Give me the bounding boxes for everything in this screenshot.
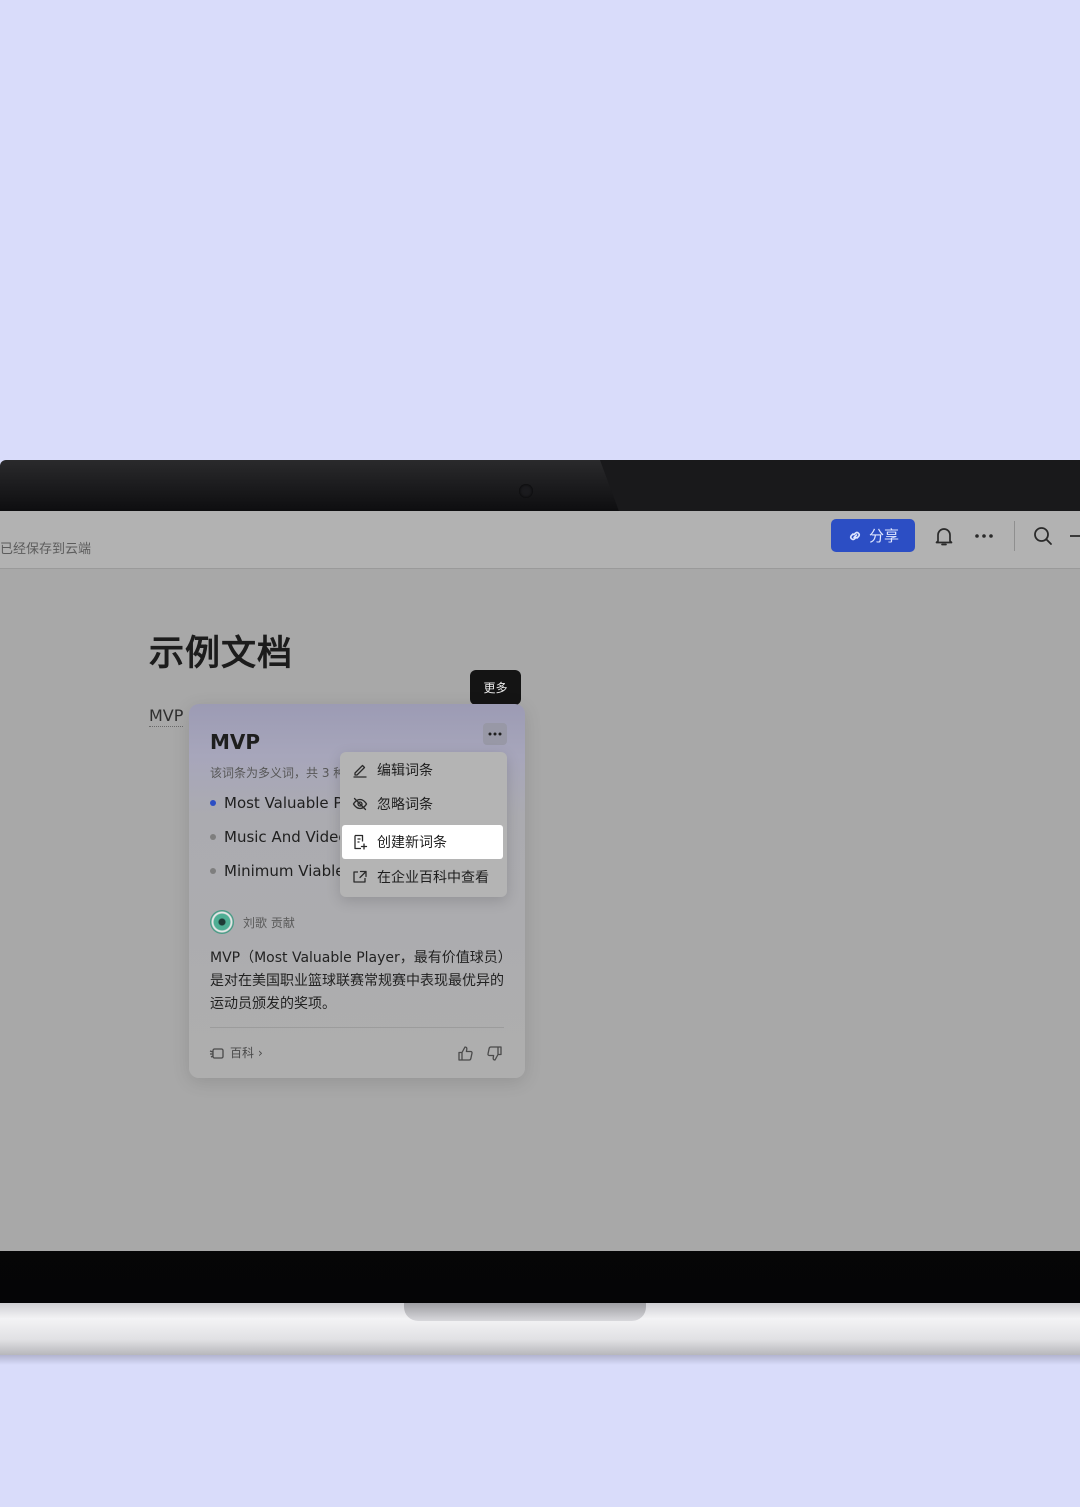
- menu-item-label: 忽略词条: [377, 797, 433, 813]
- laptop-shadow: [0, 1355, 1080, 1365]
- share-label: 分享: [868, 527, 899, 545]
- camera: [519, 484, 533, 498]
- link-icon: [850, 531, 860, 540]
- more-icon: [488, 732, 502, 736]
- chevron-right-icon: ›: [258, 1045, 263, 1060]
- menu-item-label: 创建新词条: [377, 835, 447, 851]
- meaning-item[interactable]: Minimum Viable Product: [210, 862, 340, 880]
- menu-item-ignore[interactable]: 忽略词条: [342, 787, 503, 821]
- app-screen: 已经保存到云端 分享 示例文档 MVP 更多 MVP 该词条为多义词，共 3 种…: [0, 511, 1080, 1251]
- meaning-label: Most Valuable Player: [224, 794, 340, 812]
- share-button[interactable]: 分享: [831, 519, 915, 552]
- baike-icon: [209, 1047, 224, 1059]
- open-external-icon: [353, 870, 367, 883]
- baike-label: 百科: [230, 1046, 255, 1060]
- card-title: MVP: [210, 730, 261, 754]
- eye-off-icon: [352, 797, 368, 811]
- avatar: [210, 910, 234, 934]
- card-divider: [210, 1027, 504, 1028]
- search-icon[interactable]: [1032, 525, 1054, 547]
- active-dot: [210, 800, 216, 806]
- menu-item-view-in-wiki[interactable]: 在企业百科中查看: [342, 860, 503, 894]
- thumbs-down-icon[interactable]: [486, 1045, 503, 1062]
- menu-item-create[interactable]: 创建新词条: [342, 825, 503, 859]
- glossary-term-link[interactable]: MVP: [149, 706, 184, 727]
- dot: [210, 868, 216, 874]
- card-subtitle: 该词条为多义词，共 3 种: [210, 766, 340, 780]
- meaning-item[interactable]: Most Valuable Player: [210, 794, 340, 812]
- edit-icon: [353, 764, 367, 778]
- meaning-label: Music And Video: [224, 828, 340, 846]
- menu-item-edit[interactable]: 编辑词条: [342, 753, 503, 787]
- page-title: 示例文档: [149, 634, 294, 674]
- card-more-button[interactable]: [483, 723, 507, 745]
- thumbs-up-icon[interactable]: [457, 1045, 474, 1062]
- more-tooltip: 更多: [470, 670, 521, 711]
- bezel-highlight: [600, 460, 1080, 512]
- card-description: MVP（Most Valuable Player，最有价值球员）是对在美国职业篮…: [210, 950, 505, 1012]
- save-status: 已经保存到云端: [0, 542, 92, 557]
- contributor-label: 刘歌 贡献: [243, 916, 295, 930]
- more-menu: 编辑词条 忽略词条 创建新词条 在企业百科中查看: [340, 752, 507, 897]
- baike-link[interactable]: 百科 ›: [208, 1044, 263, 1061]
- laptop-notch: [404, 1303, 646, 1321]
- menu-item-label: 在企业百科中查看: [377, 870, 489, 886]
- meaning-item[interactable]: Music And Video: [210, 828, 340, 846]
- top-bar: 已经保存到云端 分享: [0, 511, 1080, 569]
- meaning-label: Minimum Viable Product: [224, 862, 340, 880]
- minus-icon[interactable]: [1070, 535, 1080, 537]
- toolbar-divider: [1014, 521, 1015, 551]
- new-doc-icon: [354, 834, 368, 850]
- dot: [210, 834, 216, 840]
- menu-item-label: 编辑词条: [377, 763, 433, 779]
- more-icon[interactable]: [972, 525, 996, 547]
- bell-icon[interactable]: [933, 525, 955, 547]
